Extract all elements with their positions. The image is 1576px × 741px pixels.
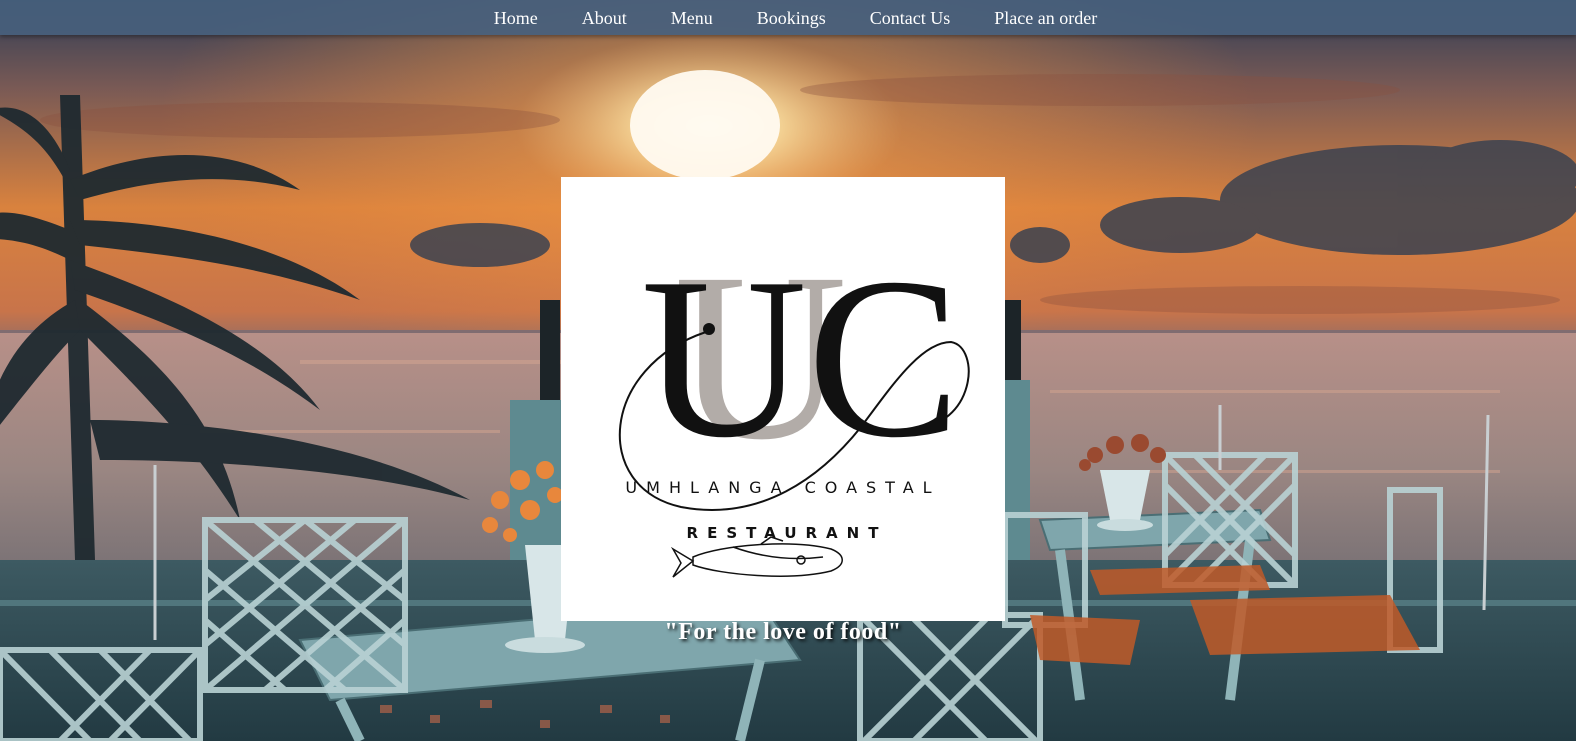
logo-subtitle: RESTAURANT	[687, 524, 888, 542]
nav-link-place-an-order[interactable]: Place an order	[972, 3, 1119, 33]
nav-link-about[interactable]: About	[560, 3, 649, 33]
page: Home About Menu Bookings Contact Us Plac…	[0, 0, 1576, 741]
logo-restaurant-name: UMHLANGA COASTAL	[625, 478, 940, 497]
restaurant-logo: U UC UMHLANGA COASTAL RESTAURANT	[561, 177, 1005, 621]
fish-icon	[670, 536, 843, 578]
nav-item-home: Home	[472, 3, 560, 33]
nav-link-contact-us[interactable]: Contact Us	[848, 3, 973, 33]
nav-item-menu: Menu	[649, 3, 735, 33]
nav-item-about: About	[560, 3, 649, 33]
nav-list: Home About Menu Bookings Contact Us Plac…	[457, 3, 1119, 33]
logo-dot	[703, 323, 715, 335]
nav-item-bookings: Bookings	[735, 3, 848, 33]
nav-item-place-order: Place an order	[972, 3, 1119, 33]
nav-link-home[interactable]: Home	[472, 3, 560, 33]
tagline: "For the love of food"	[664, 619, 902, 645]
logo-monogram: UC	[641, 230, 961, 485]
top-navigation-bar: Home About Menu Bookings Contact Us Plac…	[0, 0, 1576, 35]
nav-link-menu[interactable]: Menu	[649, 3, 735, 33]
nav-item-contact-us: Contact Us	[848, 3, 973, 33]
logo-graphic: U UC UMHLANGA COASTAL RESTAURANT	[618, 223, 970, 578]
nav-link-bookings[interactable]: Bookings	[735, 3, 848, 33]
